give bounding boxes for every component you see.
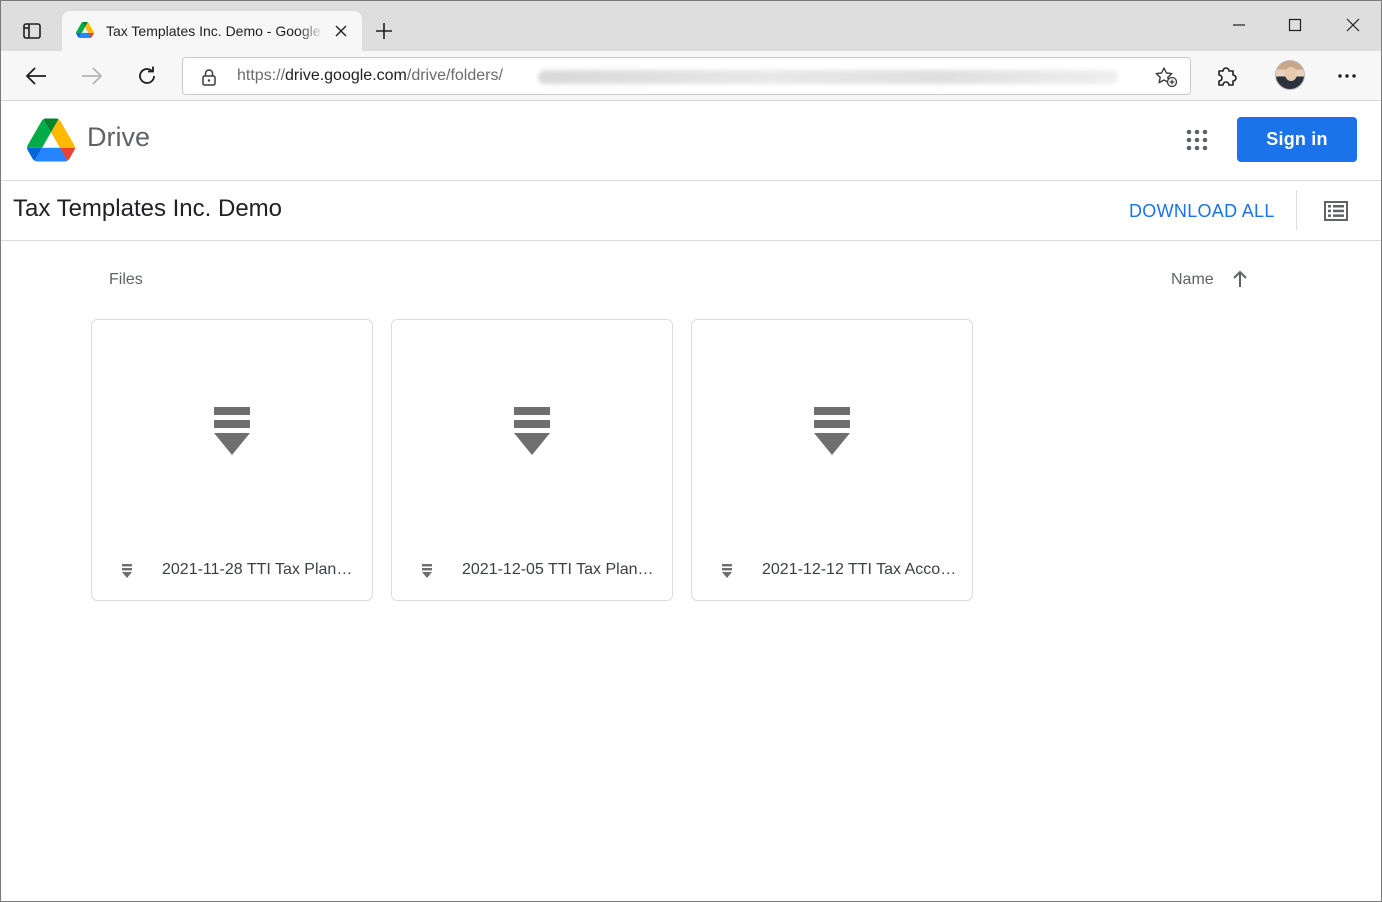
more-horizontal-icon: [1338, 74, 1356, 78]
files-section-label: Files: [109, 271, 143, 288]
file-type-icon: [214, 406, 250, 455]
minimize-button[interactable]: [1219, 9, 1259, 41]
file-type-icon: [814, 406, 850, 455]
tab-actions-button[interactable]: [13, 13, 51, 49]
reload-button[interactable]: [130, 59, 164, 93]
file-card-footer: 2021-11-28 TTI Tax Planning Template: [92, 545, 372, 601]
back-button[interactable]: [19, 59, 53, 93]
add-favorite-icon: [1155, 67, 1178, 88]
folder-title: Tax Templates Inc. Demo: [13, 195, 283, 222]
file-card-footer: 2021-12-05 TTI Tax Planning Template: [392, 545, 672, 601]
app-name: Drive: [87, 122, 151, 152]
file-name: 2021-12-05 TTI Tax Planning Template: [462, 561, 658, 578]
file-card[interactable]: 2021-12-05 TTI Tax Planning Template: [391, 319, 673, 601]
browser-tab-active[interactable]: Tax Templates Inc. Demo - Google Drive: [62, 11, 362, 51]
divider: [1296, 190, 1297, 230]
file-name: 2021-12-12 TTI Tax Accounting Template: [762, 561, 958, 578]
folder-bar: Tax Templates Inc. Demo DOWNLOAD ALL: [1, 181, 1381, 241]
browser-window: Tax Templates Inc. Demo - Google Drive: [0, 0, 1382, 902]
google-drive-logo[interactable]: [27, 118, 75, 162]
download-all-button[interactable]: DOWNLOAD ALL: [1129, 201, 1275, 222]
tab-close-button[interactable]: [332, 22, 350, 40]
file-thumbnail: [392, 320, 672, 545]
puzzle-icon: [1218, 67, 1237, 86]
close-icon: [1346, 18, 1360, 32]
address-bar[interactable]: https://drive.google.com/drive/folders/: [182, 57, 1191, 95]
lock-icon: [199, 67, 219, 87]
forward-button[interactable]: [75, 59, 109, 93]
window-close-button[interactable]: [1333, 9, 1373, 41]
extensions-button[interactable]: [1209, 59, 1243, 93]
sort-ascending-button[interactable]: [1230, 269, 1250, 289]
file-type-icon: [514, 406, 550, 455]
drive-header: Drive Sign in: [1, 101, 1381, 181]
close-icon: [335, 25, 347, 37]
url-redacted: [538, 70, 1118, 84]
file-type-small-icon: [122, 564, 132, 578]
arrow-up-icon: [1233, 270, 1247, 287]
list-view-icon: [1324, 201, 1348, 221]
maximize-icon: [1288, 18, 1302, 32]
more-button[interactable]: [1330, 59, 1364, 93]
sign-in-button[interactable]: Sign in: [1237, 117, 1357, 162]
forward-arrow-icon: [82, 67, 103, 85]
tab-strip: Tax Templates Inc. Demo - Google Drive: [1, 1, 1381, 51]
list-view-button[interactable]: [1321, 197, 1351, 225]
file-card[interactable]: 2021-11-28 TTI Tax Planning Template: [91, 319, 373, 601]
file-thumbnail: [692, 320, 972, 545]
file-card[interactable]: 2021-12-12 TTI Tax Accounting Template: [691, 319, 973, 601]
reload-icon: [139, 66, 155, 84]
url-text: https://drive.google.com/drive/folders/: [237, 67, 503, 84]
file-type-small-icon: [722, 564, 732, 578]
maximize-button[interactable]: [1275, 9, 1315, 41]
add-favorite-button[interactable]: [1154, 66, 1178, 88]
profile-avatar[interactable]: [1275, 60, 1305, 90]
sort-by-name-button[interactable]: Name: [1171, 271, 1214, 289]
tab-actions-icon: [23, 23, 41, 39]
back-arrow-icon: [25, 67, 46, 85]
plus-icon: [376, 23, 392, 39]
google-drive-icon: [76, 22, 94, 40]
file-type-small-icon: [422, 564, 432, 578]
new-tab-button[interactable]: [370, 17, 398, 45]
browser-toolbar: https://drive.google.com/drive/folders/: [1, 51, 1381, 101]
file-card-footer: 2021-12-12 TTI Tax Accounting Template: [692, 545, 972, 601]
tab-title: Tax Templates Inc. Demo - Google Drive: [106, 23, 324, 39]
google-apps-button[interactable]: [1179, 122, 1215, 158]
minimize-icon: [1233, 24, 1245, 26]
apps-grid-icon: [1186, 129, 1208, 151]
file-thumbnail: [92, 320, 372, 545]
file-name: 2021-11-28 TTI Tax Planning Template: [162, 561, 358, 578]
